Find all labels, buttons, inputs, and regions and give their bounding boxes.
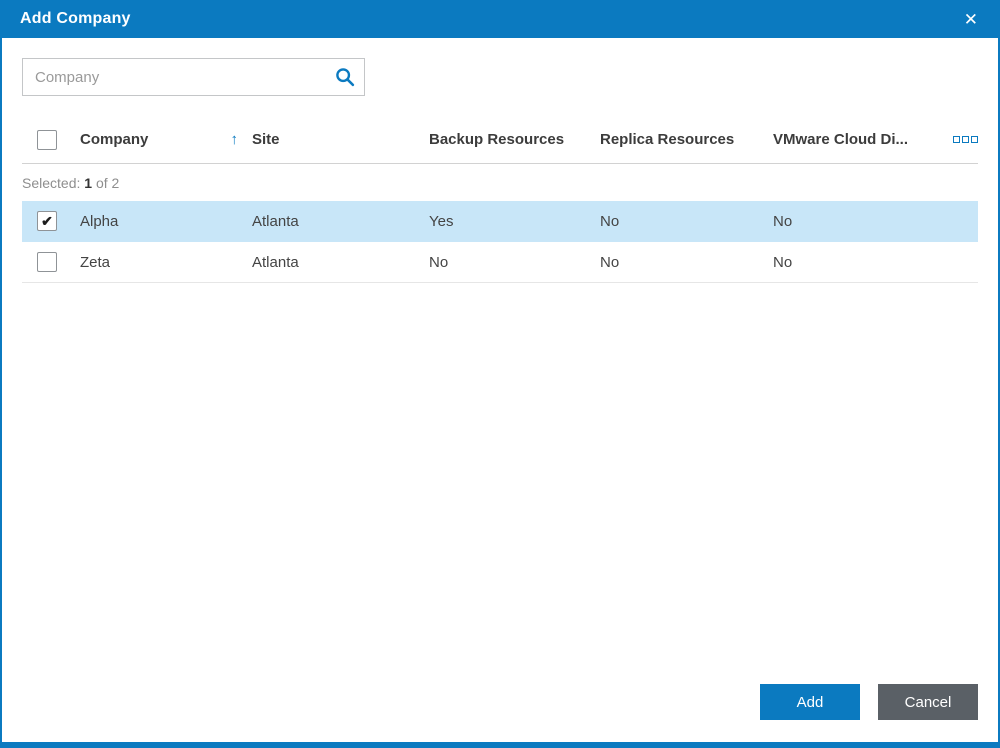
dialog-content: Company ↑ Site Backup Resources Replica … bbox=[2, 38, 998, 742]
search-input[interactable] bbox=[23, 68, 326, 86]
add-company-dialog: Add Company ✕ Company ↑ Site Backup Reso… bbox=[0, 0, 1000, 748]
selected-total: of 2 bbox=[95, 175, 120, 191]
column-header-site[interactable]: Site bbox=[252, 131, 429, 148]
column-header-backup-resources[interactable]: Backup Resources bbox=[429, 131, 600, 148]
selected-summary-label: Selected: bbox=[22, 175, 81, 191]
row-checkbox[interactable] bbox=[37, 211, 57, 231]
cancel-button[interactable]: Cancel bbox=[878, 684, 978, 720]
cell-replica-resources: No bbox=[600, 212, 620, 230]
search-icon[interactable] bbox=[326, 59, 364, 95]
table-header: Company ↑ Site Backup Resources Replica … bbox=[22, 116, 978, 164]
cell-site: Atlanta bbox=[252, 253, 299, 271]
cell-company: Alpha bbox=[80, 212, 119, 230]
table-row[interactable]: Zeta Atlanta No No No bbox=[22, 242, 978, 283]
sort-ascending-icon[interactable]: ↑ bbox=[231, 131, 239, 148]
column-header-replica-resources[interactable]: Replica Resources bbox=[600, 131, 773, 148]
cell-backup-resources: No bbox=[429, 253, 449, 271]
dialog-titlebar: Add Company ✕ bbox=[0, 0, 1000, 38]
row-checkbox-cell bbox=[22, 211, 80, 231]
cell-vmware-cloud: No bbox=[773, 253, 793, 271]
row-checkbox-cell bbox=[22, 252, 80, 272]
select-all-checkbox[interactable] bbox=[37, 129, 57, 150]
dialog-title: Add Company bbox=[20, 10, 131, 27]
column-chooser-icon[interactable] bbox=[932, 136, 978, 143]
column-header-vmware-cloud[interactable]: VMware Cloud Di... bbox=[773, 131, 932, 148]
close-icon[interactable]: ✕ bbox=[958, 7, 984, 32]
column-header-company[interactable]: Company ↑ bbox=[80, 131, 252, 148]
column-header-company-label: Company bbox=[80, 131, 149, 148]
select-all-cell bbox=[22, 129, 80, 150]
cell-company: Zeta bbox=[80, 253, 111, 271]
cell-site: Atlanta bbox=[252, 212, 299, 230]
cell-backup-resources: Yes bbox=[429, 212, 454, 230]
company-search-box[interactable] bbox=[22, 58, 365, 96]
cell-vmware-cloud: No bbox=[773, 212, 793, 230]
add-button[interactable]: Add bbox=[760, 684, 860, 720]
cell-replica-resources: No bbox=[600, 253, 620, 271]
selected-count: 1 bbox=[84, 175, 93, 191]
selected-summary: Selected: 1 of 2 bbox=[22, 164, 978, 201]
table-row[interactable]: Alpha Atlanta Yes No No bbox=[22, 201, 978, 242]
dialog-footer: Add Cancel bbox=[22, 684, 978, 742]
row-checkbox[interactable] bbox=[37, 252, 57, 272]
